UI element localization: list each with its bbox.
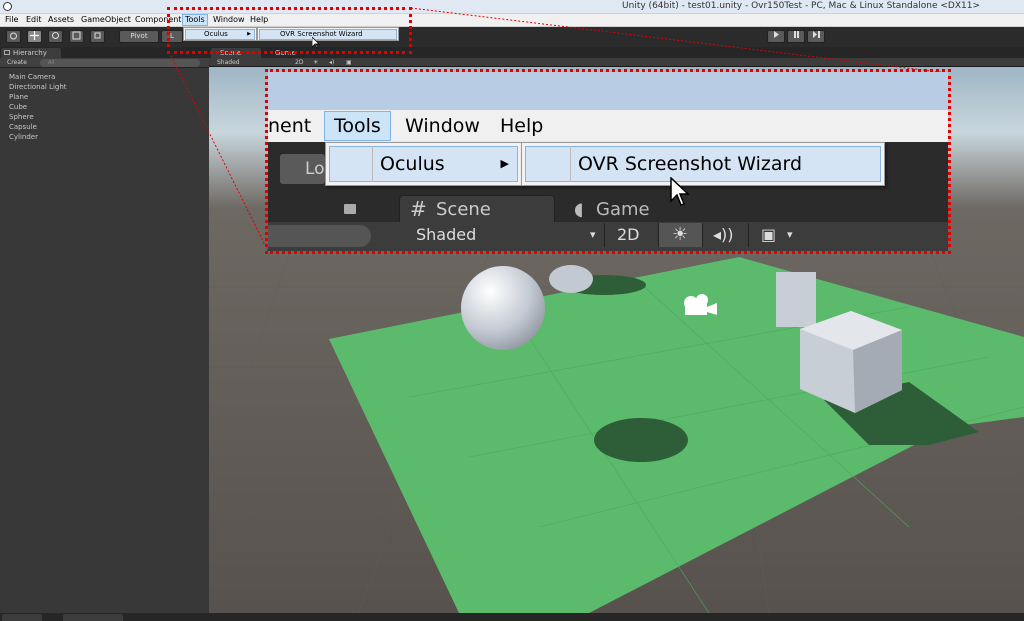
highlight-box-small (167, 7, 412, 54)
highlight-box-zoom (265, 69, 951, 254)
